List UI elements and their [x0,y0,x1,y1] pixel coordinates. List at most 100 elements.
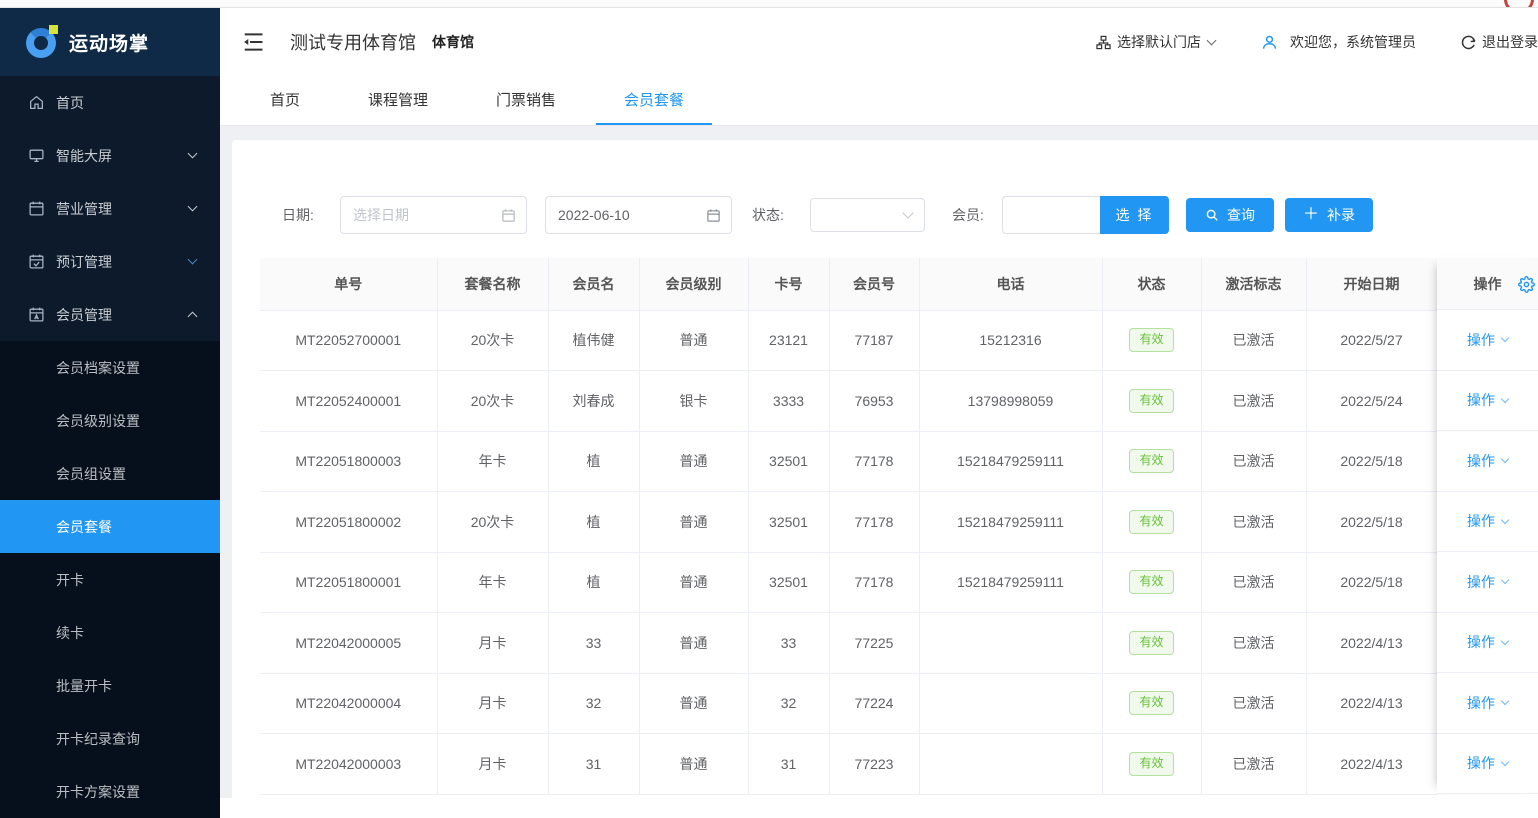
status-badge: 有效 [1129,691,1173,715]
row-action-cell: 操作 [1437,734,1538,795]
chevron-down-icon [1501,516,1509,524]
logout-icon [1460,34,1477,51]
chevron-down-icon [1501,758,1509,766]
status-badge: 有效 [1129,570,1173,594]
tab-course-mgmt[interactable]: 课程管理 [340,76,456,125]
chevron-down-icon [1501,395,1509,403]
date-start-picker[interactable] [340,196,527,234]
query-button[interactable]: 查询 [1186,198,1274,232]
page-title: 测试专用体育馆 [290,29,416,55]
search-icon [1205,208,1219,222]
date-end-input[interactable] [558,207,700,223]
chevron-down-icon [1501,455,1509,463]
member-card-icon [28,306,45,323]
sidebar-subitem-card-record-query[interactable]: 开卡纪录查询 [0,712,220,765]
sidebar-subitem-member-group[interactable]: 会员组设置 [0,447,220,500]
status-select[interactable] [810,198,925,232]
screen-icon [28,147,45,164]
row-action-button[interactable]: 操作 [1467,511,1508,531]
table-row: MT22042000004月卡32普通3277224有效已激活2022/4/13 [260,673,1437,734]
sidebar-item-member-mgmt[interactable]: 会员管理 [0,288,220,341]
date-start-input[interactable] [353,207,495,223]
row-action-button[interactable]: 操作 [1467,390,1508,410]
row-action-button[interactable]: 操作 [1467,451,1508,471]
chevron-down-icon [1501,576,1509,584]
supplement-button[interactable]: ＋ 补录 [1285,198,1373,232]
status-badge: 有效 [1129,389,1173,413]
top-header: 测试专用体育馆 体育馆 选择默认门店 欢迎您，系统管理员 退出登录 [220,8,1538,76]
calendar-check-icon [28,253,45,270]
sidebar-subitem-open-card[interactable]: 开卡 [0,553,220,606]
logout-button[interactable]: 退出登录 [1460,32,1538,52]
chevron-down-icon [1501,637,1509,645]
col-package-name: 套餐名称 [437,258,548,310]
sidebar-submenu: 会员档案设置 会员级别设置 会员组设置 会员套餐 开卡 续卡 批量开卡 开卡纪录… [0,341,220,818]
tab-ticket-sales[interactable]: 门票销售 [468,76,584,125]
table-row: MT22042000005月卡33普通3377225有效已激活2022/4/13 [260,613,1437,674]
sidebar-item-label: 预订管理 [56,252,112,272]
column-settings-gear-icon[interactable] [1518,276,1535,293]
sidebar-subitem-member-package[interactable]: 会员套餐 [0,500,220,553]
sidebar-subitem-renew-card[interactable]: 续卡 [0,606,220,659]
sidebar-item-smart-screen[interactable]: 智能大屏 [0,129,220,182]
table-row: MT2205270000120次卡植伟健普通231217718715212316… [260,310,1437,371]
chevron-down-icon [1501,697,1509,705]
col-order-no: 单号 [260,258,437,310]
sidebar-subitem-card-plan-setting[interactable]: 开卡方案设置 [0,765,220,818]
status-badge: 有效 [1129,449,1173,473]
menu-collapse-icon[interactable] [240,30,266,54]
row-action-cell: 操作 [1437,371,1538,432]
sidebar-item-booking-mgmt[interactable]: 预订管理 [0,235,220,288]
row-action-button[interactable]: 操作 [1467,572,1508,592]
chevron-up-icon [188,312,198,322]
table-header: 单号 套餐名称 会员名 会员级别 卡号 会员号 电话 状态 激活标志 开始日期 [260,258,1437,310]
tab-bar: 首页 课程管理 门票销售 会员套餐 [220,76,1538,126]
content-card: 日期: 状态: 会员: 选 择 查询 ＋ 补录 [232,140,1538,798]
row-action-cell: 操作 [1437,673,1538,734]
chevron-down-icon [1207,36,1217,46]
member-input[interactable] [1002,196,1100,234]
chevron-down-icon [188,202,198,212]
date-end-picker[interactable] [545,196,732,234]
welcome-text: 欢迎您，系统管理员 [1290,32,1416,52]
table-row: MT2205180000220次卡植普通32501771781521847925… [260,492,1437,553]
sidebar-subitem-member-level[interactable]: 会员级别设置 [0,394,220,447]
table-row: MT22051800001年卡植普通3250177178152184792591… [260,552,1437,613]
table-body: MT2205270000120次卡植伟健普通231217718715212316… [260,310,1437,794]
row-action-button[interactable]: 操作 [1467,753,1508,773]
action-column-header: 操作 [1437,258,1538,310]
member-package-table: 单号 套餐名称 会员名 会员级别 卡号 会员号 电话 状态 激活标志 开始日期 … [260,258,1538,798]
store-selector-label: 选择默认门店 [1117,32,1201,52]
table-row: MT2205240000120次卡刘春成银卡333376953137989980… [260,371,1437,432]
sidebar-item-label: 营业管理 [56,199,112,219]
sidebar-subitem-member-profile[interactable]: 会员档案设置 [0,341,220,394]
chevron-down-icon [902,207,913,218]
sidebar-subitem-batch-open-card[interactable]: 批量开卡 [0,659,220,712]
sidebar-item-label: 首页 [56,93,84,113]
table-row: MT22042000003月卡31普通3177223有效已激活2022/4/13 [260,734,1437,795]
member-filter-group: 选 择 [1002,196,1169,234]
row-action-button[interactable]: 操作 [1467,632,1508,652]
logout-label: 退出登录 [1482,32,1538,52]
col-member-no: 会员号 [829,258,919,310]
sidebar-menu: 首页 智能大屏 营业管理 预订管理 会员管理 [0,76,220,341]
sidebar-item-label: 智能大屏 [56,146,112,166]
tab-member-package[interactable]: 会员套餐 [596,76,712,125]
sidebar-item-business-mgmt[interactable]: 营业管理 [0,182,220,235]
sidebar-item-home[interactable]: 首页 [0,76,220,129]
calendar-icon [501,208,516,223]
browser-record-indicator [1504,0,1534,8]
status-filter-label: 状态: [752,196,784,234]
sidebar: 运动场掌 首页 智能大屏 营业管理 预订管理 会员管理 会员档案设置 [0,8,220,798]
store-icon [1096,35,1111,50]
tab-home[interactable]: 首页 [242,76,328,125]
row-action-button[interactable]: 操作 [1467,693,1508,713]
row-action-button[interactable]: 操作 [1467,330,1508,350]
row-action-cell: 操作 [1437,492,1538,553]
app-logo: 运动场掌 [0,8,220,76]
col-status: 状态 [1102,258,1201,310]
member-select-button[interactable]: 选 择 [1100,196,1169,234]
col-activation-flag: 激活标志 [1201,258,1306,310]
action-column: 操作 操作操作操作操作操作操作操作操作 [1437,258,1538,794]
store-selector[interactable]: 选择默认门店 [1096,32,1215,52]
